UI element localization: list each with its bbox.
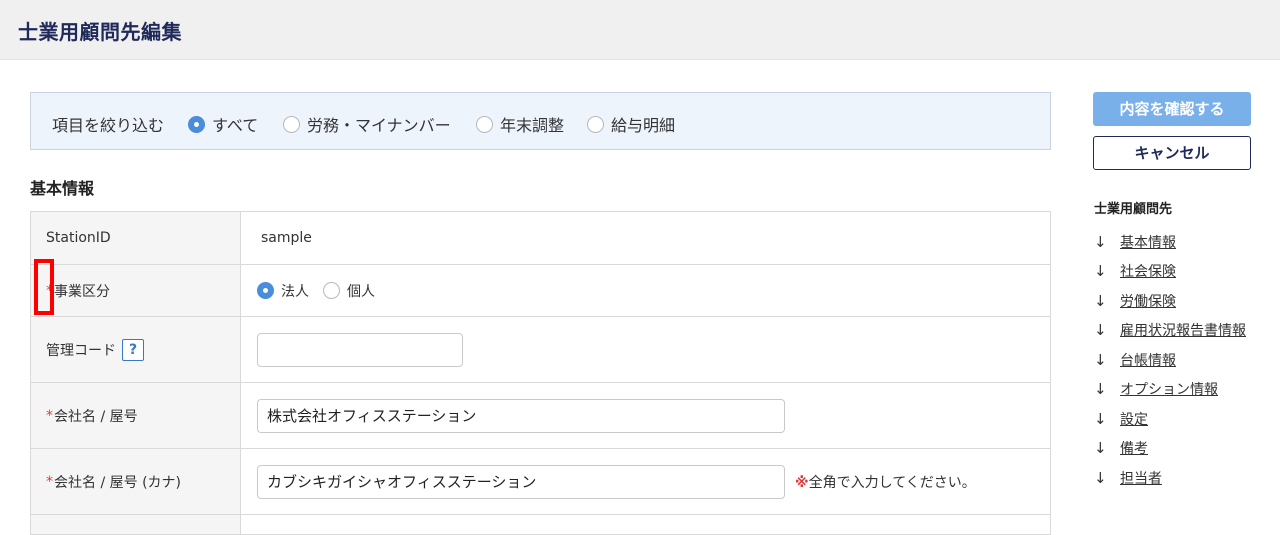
side-nav: 士業用顧問先 ↓ 基本情報 ↓ 社会保険 ↓ 労働保険 ↓ 雇用状況報告書情報 …: [1094, 198, 1246, 493]
row-label: 管理コード ?: [31, 317, 241, 382]
row-business-type: * 事業区分 法人 個人: [30, 265, 1051, 317]
required-mark: *: [46, 407, 53, 424]
row-value: 法人 個人: [241, 265, 1050, 316]
side-nav-link-remarks[interactable]: ↓ 備考: [1094, 434, 1246, 464]
radio-selected-icon: [188, 115, 205, 133]
side-nav-link-options[interactable]: ↓ オプション情報: [1094, 375, 1246, 405]
row-value: [241, 515, 1050, 534]
management-code-label: 管理コード: [46, 342, 116, 359]
row-label: * 事業区分: [31, 265, 241, 316]
business-type-corporation-radio[interactable]: 法人: [257, 281, 309, 301]
station-id-label: StationID: [46, 230, 111, 246]
note-mark: ※: [795, 474, 809, 491]
arrow-down-icon: ↓: [1094, 262, 1107, 281]
arrow-down-icon: ↓: [1094, 321, 1107, 340]
side-nav-link-label: 社会保険: [1120, 264, 1176, 281]
filter-option-all[interactable]: すべて: [188, 112, 258, 136]
row-company-name: * 会社名 / 屋号 株式会社オフィスステーション: [30, 383, 1051, 449]
help-icon[interactable]: ?: [122, 338, 144, 361]
section-title: 基本情報: [30, 179, 95, 198]
side-nav-link-label: 基本情報: [1120, 234, 1176, 251]
side-nav-link-label: 台帳情報: [1120, 352, 1176, 369]
radio-unselected-icon: [323, 282, 340, 299]
side-nav-link-label: オプション情報: [1120, 382, 1218, 399]
side-nav-link-label: 設定: [1120, 411, 1148, 428]
arrow-down-icon: ↓: [1094, 232, 1107, 251]
side-nav-link-labor-insurance[interactable]: ↓ 労働保険: [1094, 286, 1246, 316]
required-mark: *: [46, 473, 53, 490]
filter-bar: 項目を絞り込む すべて 労務・マイナンバー 年末調整 給与明細: [30, 92, 1051, 150]
side-nav-link-label: 雇用状況報告書情報: [1120, 323, 1246, 340]
row-value: 株式会社オフィスステーション: [241, 383, 1050, 448]
side-nav-link-basic[interactable]: ↓ 基本情報: [1094, 227, 1246, 257]
side-nav-link-social-insurance[interactable]: ↓ 社会保険: [1094, 257, 1246, 287]
company-name-kana-label: 会社名 / 屋号 (カナ): [54, 474, 181, 491]
confirm-button[interactable]: 内容を確認する: [1093, 92, 1251, 126]
row-label: StationID: [31, 212, 241, 264]
company-name-input[interactable]: 株式会社オフィスステーション: [257, 398, 785, 433]
row-station-id: StationID sample: [30, 212, 1051, 265]
row-management-code: 管理コード ?: [30, 317, 1051, 383]
radio-unselected-icon: [587, 115, 604, 133]
filter-option-labor-mynumber[interactable]: 労務・マイナンバー: [283, 112, 451, 136]
row-value: sample: [241, 212, 1050, 264]
business-type-label: 事業区分: [54, 283, 110, 300]
station-id-value: sample: [261, 230, 312, 246]
filter-option-label: 労務・マイナンバー: [307, 116, 451, 135]
filter-option-payslip[interactable]: 給与明細: [587, 112, 675, 136]
row-value: カブシキガイシャオフィスステーション ※全角で入力してください。: [241, 449, 1050, 514]
filter-option-year-end[interactable]: 年末調整: [476, 112, 564, 136]
cancel-button[interactable]: キャンセル: [1093, 136, 1251, 170]
input-note: ※全角で入力してください。: [795, 472, 976, 492]
filter-option-label: 給与明細: [611, 116, 676, 135]
side-nav-link-employment-report[interactable]: ↓ 雇用状況報告書情報: [1094, 316, 1246, 346]
side-nav-heading: 士業用顧問先: [1094, 202, 1173, 217]
side-nav-link-label: 備考: [1120, 441, 1148, 458]
arrow-down-icon: ↓: [1094, 439, 1107, 458]
row-label: * 会社名 / 屋号: [31, 383, 241, 448]
radio-selected-icon: [257, 282, 274, 299]
management-code-input[interactable]: [257, 332, 463, 367]
side-nav-link-ledger[interactable]: ↓ 台帳情報: [1094, 345, 1246, 375]
filter-label: 項目を絞り込む: [52, 116, 165, 135]
basic-info-form: StationID sample * 事業区分 法人 個人 管理コード ? * …: [30, 211, 1051, 535]
radio-label: 法人: [281, 283, 309, 300]
note-text: 全角で入力してください。: [808, 474, 976, 491]
required-mark: *: [46, 282, 53, 299]
side-nav-link-label: 労働保険: [1120, 293, 1176, 310]
page-title: 士業用顧問先編集: [18, 20, 182, 44]
radio-unselected-icon: [476, 115, 493, 133]
row-label: * 会社名 / 屋号 (カナ): [31, 449, 241, 514]
arrow-down-icon: ↓: [1094, 380, 1107, 399]
side-nav-link-person-in-charge[interactable]: ↓ 担当者: [1094, 463, 1246, 493]
row-label: [31, 515, 241, 534]
filter-option-label: すべて: [212, 116, 259, 135]
side-nav-link-label: 担当者: [1120, 470, 1162, 487]
radio-label: 個人: [347, 283, 375, 300]
company-name-kana-input[interactable]: カブシキガイシャオフィスステーション: [257, 464, 785, 499]
page-header: 士業用顧問先編集: [0, 0, 1280, 60]
filter-option-label: 年末調整: [500, 116, 565, 135]
arrow-down-icon: ↓: [1094, 291, 1107, 310]
arrow-down-icon: ↓: [1094, 409, 1107, 428]
row-value: [241, 317, 1050, 382]
arrow-down-icon: ↓: [1094, 468, 1107, 487]
side-nav-link-settings[interactable]: ↓ 設定: [1094, 404, 1246, 434]
row-company-name-kana: * 会社名 / 屋号 (カナ) カブシキガイシャオフィスステーション ※全角で入…: [30, 449, 1051, 515]
radio-unselected-icon: [283, 115, 300, 133]
arrow-down-icon: ↓: [1094, 350, 1107, 369]
business-type-individual-radio[interactable]: 個人: [323, 281, 375, 301]
row-next: [30, 515, 1051, 535]
company-name-label: 会社名 / 屋号: [54, 408, 138, 425]
